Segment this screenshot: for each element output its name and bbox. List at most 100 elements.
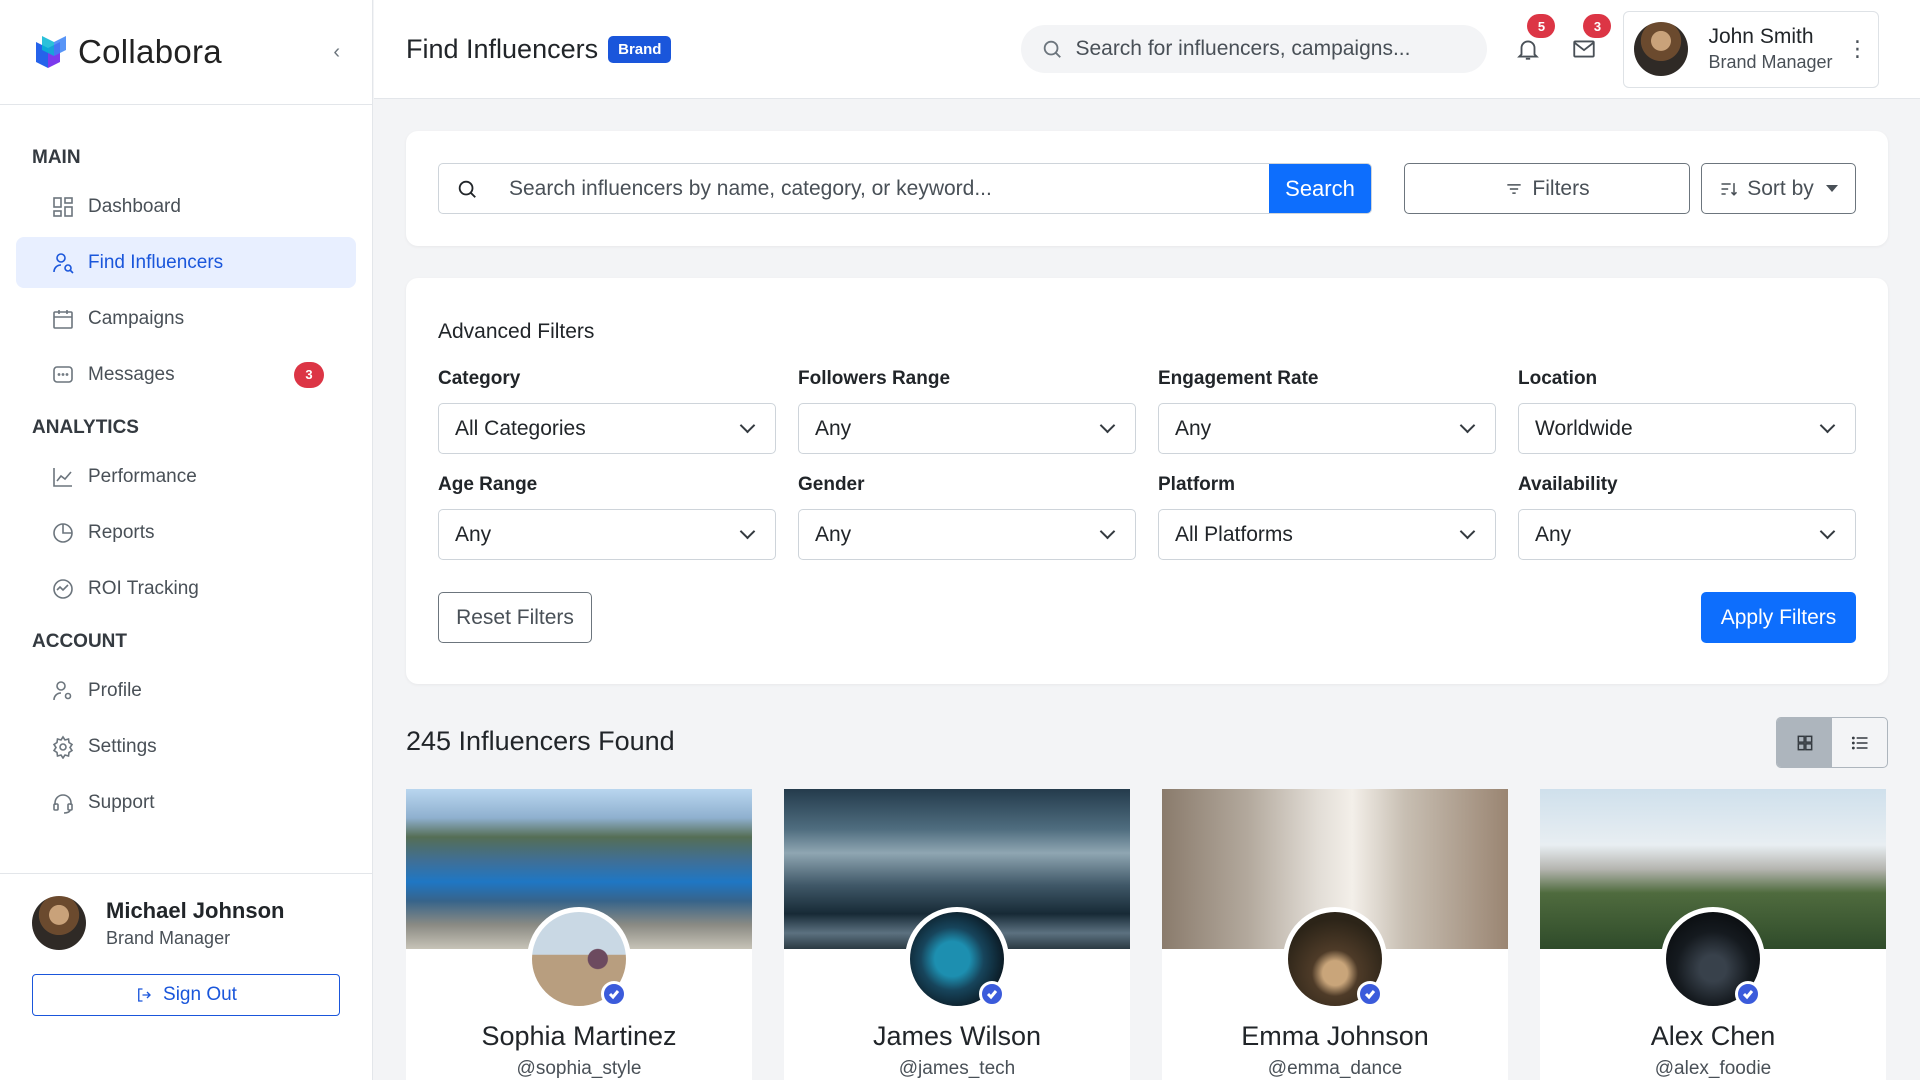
influencer-handle: @alex_foodie	[1654, 1058, 1772, 1079]
availability-select[interactable]: Any	[1518, 509, 1856, 560]
age-range-select[interactable]: Any	[438, 509, 776, 560]
sidebar-item-reports[interactable]: Reports	[16, 507, 356, 558]
chevron-down-icon	[1459, 523, 1476, 540]
header-user-role: Brand Manager	[1708, 52, 1833, 72]
filter-category: Category All Categories	[438, 368, 776, 454]
gender-select[interactable]: Any	[798, 509, 1136, 560]
filter-availability: Availability Any	[1518, 474, 1856, 560]
influencer-name: Sophia Martinez	[481, 1021, 677, 1051]
filter-followers-range: Followers Range Any	[798, 368, 1136, 454]
influencer-card[interactable]: Alex Chen @alex_foodie	[1540, 789, 1886, 1080]
list-view-button[interactable]	[1832, 718, 1887, 767]
sidebar-user-name: Michael Johnson	[106, 897, 285, 923]
calendar-icon	[50, 306, 76, 332]
platform-select[interactable]: All Platforms	[1158, 509, 1496, 560]
filter-label: Platform	[1158, 474, 1236, 495]
sidebar-item-label: Support	[88, 791, 155, 813]
select-value: Any	[455, 522, 492, 546]
reset-filters-button[interactable]: Reset Filters	[438, 592, 592, 643]
select-value: Any	[815, 522, 852, 546]
sort-by-dropdown[interactable]: Sort by	[1701, 163, 1856, 214]
influencer-handle: @sophia_style	[516, 1058, 642, 1079]
sidebar-item-profile[interactable]: Profile	[16, 665, 356, 716]
activity-circle-icon	[50, 576, 76, 602]
global-search	[1021, 25, 1488, 73]
influencer-name: James Wilson	[872, 1021, 1042, 1051]
verified-badge-icon	[601, 981, 627, 1007]
engagement-rate-select[interactable]: Any	[1158, 403, 1496, 454]
chevron-down-icon	[1819, 417, 1836, 434]
page-title: Find Influencers	[406, 33, 599, 64]
search-icon	[1044, 40, 1062, 58]
brand-bar: Collabora ‹	[0, 0, 372, 105]
sidebar-item-campaigns[interactable]: Campaigns	[16, 293, 356, 344]
influencer-handle: @emma_dance	[1267, 1058, 1403, 1079]
collapse-sidebar-icon[interactable]: ‹	[333, 41, 340, 64]
select-value: All Platforms	[1175, 522, 1293, 546]
sort-label: Sort by	[1747, 176, 1814, 200]
sort-icon	[1721, 182, 1738, 196]
sidebar-item-messages[interactable]: Messages 3	[16, 349, 356, 400]
collabora-logo-icon	[36, 36, 66, 68]
influencer-card[interactable]: Sophia Martinez @sophia_style	[406, 789, 752, 1080]
select-value: Any	[1535, 522, 1572, 546]
sidebar-item-settings[interactable]: Settings	[16, 721, 356, 772]
influencer-name: Emma Johnson	[1241, 1021, 1429, 1051]
user-search-icon	[50, 250, 76, 276]
influencer-card[interactable]: James Wilson @james_tech	[784, 789, 1130, 1080]
sidebar-item-find-influencers[interactable]: Find Influencers	[16, 237, 356, 288]
notifications-button[interactable]: 5	[1513, 14, 1556, 64]
results-count-title: 245 Influencers Found	[406, 726, 675, 756]
verified-badge-icon	[1735, 981, 1761, 1007]
messages-count-badge: 3	[1583, 14, 1612, 38]
followers-range-select[interactable]: Any	[798, 403, 1136, 454]
filters-button[interactable]: Filters	[1404, 163, 1690, 214]
filter-icon	[1507, 183, 1522, 194]
chevron-down-icon	[739, 417, 756, 434]
influencer-handle: @james_tech	[898, 1058, 1016, 1079]
envelope-icon	[1573, 40, 1596, 58]
chevron-down-icon	[1099, 523, 1116, 540]
messages-count-badge: 3	[294, 361, 324, 388]
location-select[interactable]: Worldwide	[1518, 403, 1856, 454]
sidebar-item-label: Find Influencers	[88, 251, 224, 273]
sidebar-item-performance[interactable]: Performance	[16, 451, 356, 502]
filter-platform: Platform All Platforms	[1158, 474, 1496, 560]
sidebar-item-roi-tracking[interactable]: ROI Tracking	[16, 563, 356, 614]
grid-icon	[1797, 735, 1812, 750]
messages-button[interactable]: 3	[1569, 14, 1612, 64]
influencer-name: Alex Chen	[1650, 1021, 1776, 1051]
influencer-search-bar: Search	[438, 163, 1372, 214]
filter-gender: Gender Any	[798, 474, 1136, 560]
filter-label: Gender	[798, 474, 865, 495]
sidebar-user-panel: Michael Johnson Brand Manager Sign Out	[0, 873, 372, 1080]
more-vertical-icon[interactable]: ⋮	[1846, 38, 1868, 60]
line-chart-icon	[50, 464, 76, 490]
headset-icon	[50, 790, 76, 816]
select-value: Any	[815, 416, 852, 440]
filter-engagement-rate: Engagement Rate Any	[1158, 368, 1496, 454]
influencer-search-input[interactable]	[495, 164, 1269, 213]
global-search-input[interactable]	[1075, 37, 1466, 61]
category-select[interactable]: All Categories	[438, 403, 776, 454]
influencer-card[interactable]: Emma Johnson @emma_dance	[1162, 789, 1508, 1080]
verified-badge-icon	[979, 981, 1005, 1007]
search-button[interactable]: Search	[1269, 164, 1371, 213]
sidebar-item-support[interactable]: Support	[16, 777, 356, 828]
brand-name: Collabora	[78, 33, 222, 70]
filter-label: Age Range	[438, 474, 538, 495]
grid-view-button[interactable]	[1777, 718, 1832, 767]
sidebar-item-dashboard[interactable]: Dashboard	[16, 181, 356, 232]
sign-out-button[interactable]: Sign Out	[32, 974, 340, 1016]
apply-filters-button[interactable]: Apply Filters	[1701, 592, 1856, 643]
advanced-filters-panel: Advanced Filters Category All Categories…	[406, 278, 1888, 684]
influencer-search-panel: Search Filters Sort by	[406, 131, 1888, 246]
sidebar-item-label: Messages	[88, 363, 175, 385]
advanced-filters-title: Advanced Filters	[438, 320, 595, 343]
nav-section-main: MAIN	[32, 147, 81, 168]
sidebar-nav: MAIN Dashboard Find Influencers Campaign…	[0, 105, 372, 828]
nav-section-account: ACCOUNT	[32, 631, 127, 652]
user-menu[interactable]: John Smith Brand Manager ⋮	[1623, 10, 1880, 88]
sidebar-item-label: Performance	[88, 465, 197, 487]
influencer-grid: Sophia Martinez @sophia_style James Wils…	[406, 789, 1886, 1080]
